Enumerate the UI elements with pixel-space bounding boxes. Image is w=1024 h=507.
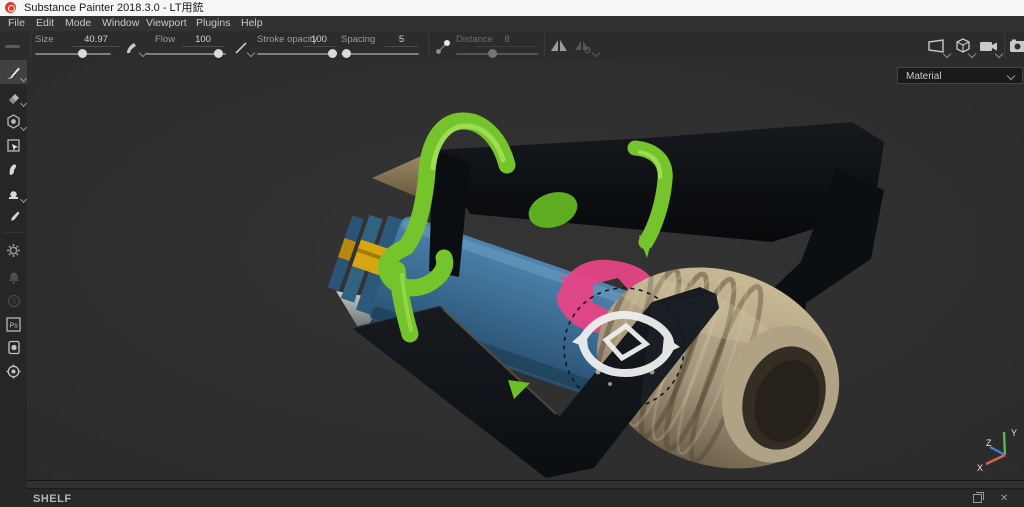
chevron-down-icon[interactable]: [967, 49, 977, 59]
bell-icon: [8, 272, 19, 284]
particles-tool[interactable]: [0, 238, 27, 262]
polygon-fill-tool[interactable]: [0, 133, 27, 157]
flow-slider[interactable]: [146, 48, 226, 60]
spacing-value[interactable]: 5: [385, 33, 418, 47]
chevron-down-icon: [591, 48, 601, 58]
symmetry-settings-icon: [575, 41, 591, 54]
projection-icon: [7, 113, 20, 129]
particles-gear-icon: [7, 243, 20, 257]
menu-edit[interactable]: Edit: [36, 16, 54, 31]
stroke-opacity-slider[interactable]: [257, 48, 337, 60]
chevron-down-icon: [19, 74, 28, 83]
substance-share-button: S: [0, 289, 27, 313]
material-mode-dropdown[interactable]: Material: [897, 67, 1023, 84]
axis-x-label: X: [977, 463, 983, 473]
collapsed-control: [5, 45, 20, 48]
svg-text:S: S: [11, 297, 16, 306]
chevron-down-icon: [1006, 71, 1016, 81]
viewer-settings-button[interactable]: [0, 359, 27, 383]
material-mode-value: Material: [906, 71, 942, 82]
menu-viewport[interactable]: Viewport: [146, 16, 187, 31]
notifications-button: [0, 266, 27, 290]
chevron-down-icon[interactable]: [942, 49, 952, 59]
viewer-settings-gear-icon: [6, 364, 21, 378]
photoshop-export-button[interactable]: Ps: [0, 312, 27, 336]
title-bar: Substance Painter 2018.3.0 - LT用銃: [0, 0, 1024, 17]
svg-text:Ps: Ps: [9, 322, 18, 329]
close-icon[interactable]: ✕: [1000, 494, 1010, 504]
smudge-icon: [9, 163, 16, 175]
menu-help[interactable]: Help: [241, 16, 263, 31]
menu-mode[interactable]: Mode: [65, 16, 91, 31]
display-settings-button[interactable]: [0, 335, 27, 359]
eraser-icon: [9, 93, 19, 104]
flow-label: Flow: [155, 34, 176, 45]
shelf-panel-header: SHELF ✕: [27, 488, 1024, 507]
menu-window[interactable]: Window: [102, 16, 139, 31]
shelf-title: SHELF: [33, 493, 72, 505]
size-label: Size: [35, 34, 54, 45]
menu-plugins[interactable]: Plugins: [196, 16, 230, 31]
chevron-down-icon[interactable]: [994, 49, 1004, 59]
clone-tool[interactable]: [0, 181, 28, 205]
size-value[interactable]: 40.97: [72, 33, 120, 47]
chevron-down-icon: [19, 195, 28, 204]
smudge-tool[interactable]: [0, 157, 27, 181]
distance-slider: [456, 48, 538, 60]
color-picker-tool[interactable]: [0, 205, 27, 229]
lazy-mouse-icon[interactable]: [434, 38, 452, 56]
spacing-slider[interactable]: [341, 48, 419, 60]
substance-painter-window: { "window": { "title": "Substance Painte…: [0, 0, 1024, 507]
window-title: Substance Painter 2018.3.0 - LT用銃: [24, 2, 204, 14]
display-settings-icon: [7, 340, 20, 354]
3d-viewport-canvas[interactable]: Y Z X: [27, 60, 1024, 480]
axis-z-label: Z: [986, 438, 992, 448]
brush-property-toolbar: Size 40.97 Flow 100 Stroke opacity 100 S…: [0, 31, 1024, 61]
paint-brush-icon: [7, 67, 20, 79]
menu-file[interactable]: File: [8, 16, 25, 31]
distance-value: 8: [476, 33, 538, 47]
clone-stamp-icon: [9, 190, 18, 199]
float-panel-icon[interactable]: [973, 492, 984, 503]
polygon-fill-icon: [7, 138, 20, 152]
photoshop-icon: Ps: [6, 316, 21, 332]
eyedropper-icon: [11, 211, 20, 221]
substance-painter-logo-icon: [5, 2, 16, 13]
chevron-down-icon: [19, 123, 28, 132]
substance-share-icon: S: [7, 294, 20, 308]
chevron-down-icon: [19, 99, 28, 108]
flow-value[interactable]: 100: [182, 33, 224, 47]
paint-tool[interactable]: [0, 60, 28, 84]
axis-y-label: Y: [1011, 428, 1017, 438]
stroke-opacity-value[interactable]: 100: [303, 33, 335, 47]
eraser-tool[interactable]: [0, 85, 28, 109]
tool-sidebar: S Ps: [0, 60, 28, 506]
size-slider[interactable]: [35, 48, 111, 60]
spacing-label: Spacing: [341, 34, 376, 45]
brush-preset-icon[interactable]: [124, 41, 138, 55]
screenshot-camera-icon[interactable]: [1010, 39, 1024, 53]
chevron-down-icon[interactable]: [246, 48, 256, 58]
projection-tool[interactable]: [0, 109, 28, 133]
menu-bar: File Edit Mode Window Viewport Plugins H…: [0, 16, 1024, 31]
symmetry-icon[interactable]: [550, 38, 568, 54]
